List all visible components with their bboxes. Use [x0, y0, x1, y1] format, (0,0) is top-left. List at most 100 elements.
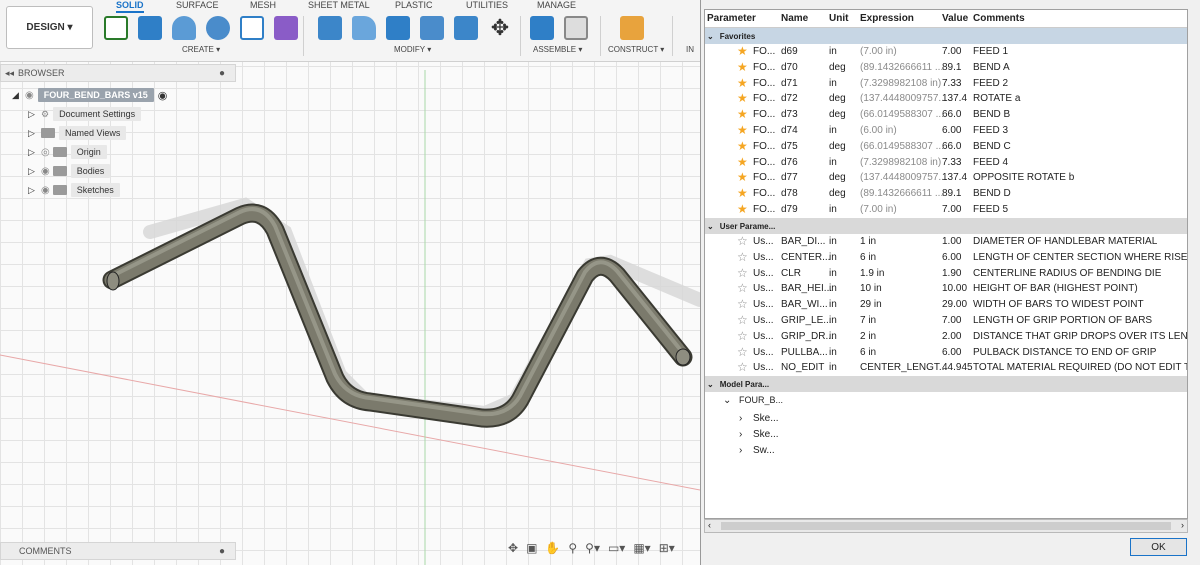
expression-cell[interactable]: (137.4448009757...: [860, 172, 947, 183]
expression-cell[interactable]: (7.3298982108 in): [860, 157, 941, 168]
expression-cell[interactable]: CENTER_LENGT...: [860, 362, 947, 373]
expand-arrow-icon[interactable]: ▷: [28, 147, 38, 158]
star-icon[interactable]: ☆: [737, 360, 748, 374]
table-row[interactable]: ☆ Us... CLR in 1.9 in 1.90 CENTERLINE RADIUS O…: [705, 266, 1187, 282]
root-component-label[interactable]: FOUR_BEND_BARS v15: [37, 88, 154, 102]
model-child-row[interactable]: › Sw...: [705, 443, 1187, 459]
comment-cell[interactable]: FEED 5: [973, 204, 1008, 215]
expand-arrow-icon[interactable]: ▷: [28, 128, 38, 139]
zoom-window-icon[interactable]: ⚲▾: [585, 541, 600, 559]
comment-cell[interactable]: BEND A: [973, 62, 1010, 73]
model-child-row[interactable]: › Ske...: [705, 427, 1187, 443]
tab-mesh[interactable]: MESH: [250, 0, 276, 10]
viewports-icon[interactable]: ⊞▾: [659, 541, 675, 559]
table-row[interactable]: ☆ Us... GRIP_DR... in 2 in 2.00 DISTANCE THAT …: [705, 329, 1187, 345]
comment-cell[interactable]: BEND D: [973, 188, 1011, 199]
table-row[interactable]: ☆ Us... BAR_DI... in 1 in 1.00 DIAMETER OF HAN…: [705, 234, 1187, 250]
star-icon[interactable]: ★: [737, 202, 748, 216]
comment-cell[interactable]: BEND B: [973, 109, 1010, 120]
display-settings-icon[interactable]: ▭▾: [608, 541, 625, 559]
star-icon[interactable]: ★: [737, 186, 748, 200]
star-icon[interactable]: ★: [737, 123, 748, 137]
modify-menu[interactable]: MODIFY ▾: [394, 45, 431, 54]
star-icon[interactable]: ☆: [737, 234, 748, 248]
orbit-icon[interactable]: ✥: [508, 541, 518, 559]
table-row[interactable]: ☆ Us... PULLBA... in 6 in 6.00 PULBACK DISTANC…: [705, 345, 1187, 361]
chevron-down-icon[interactable]: ⌄: [707, 380, 714, 389]
col-name[interactable]: Name: [781, 13, 808, 24]
expression-cell[interactable]: 29 in: [860, 299, 882, 310]
chevron-down-icon[interactable]: ⌄: [723, 395, 731, 406]
parameters-table[interactable]: Parameter Name Unit Expression Value Com…: [704, 9, 1188, 519]
chevron-down-icon[interactable]: ⌄: [707, 222, 714, 231]
star-icon[interactable]: ☆: [737, 250, 748, 264]
col-parameter[interactable]: Parameter: [707, 13, 756, 24]
zoom-icon[interactable]: ⚲: [568, 541, 577, 559]
expression-cell[interactable]: 1 in: [860, 236, 876, 247]
star-icon[interactable]: ★: [737, 107, 748, 121]
chevron-right-icon[interactable]: ›: [739, 429, 742, 440]
expand-arrow-icon[interactable]: ▷: [28, 109, 38, 120]
expression-cell[interactable]: 7 in: [860, 315, 876, 326]
star-icon[interactable]: ★: [737, 139, 748, 153]
viewport-canvas[interactable]: DESIGN ▾ SOLID SURFACE MESH SHEET METAL …: [0, 0, 700, 565]
star-icon[interactable]: ★: [737, 170, 748, 184]
comment-cell[interactable]: PULBACK DISTANCE TO END OF GRIP: [973, 347, 1156, 358]
chevron-right-icon[interactable]: ›: [739, 445, 742, 456]
shell-icon[interactable]: [420, 16, 444, 40]
table-row[interactable]: ☆ Us... BAR_WI... in 29 in 29.00 WIDTH OF BARS…: [705, 297, 1187, 313]
star-icon[interactable]: ☆: [737, 329, 748, 343]
comment-cell[interactable]: DIAMETER OF HANDLEBAR MATERIAL: [973, 236, 1157, 247]
table-row[interactable]: ★ FO... d71 in (7.3298982108 in) 7.33 FEED 2: [705, 76, 1187, 92]
comment-cell[interactable]: FEED 3: [973, 125, 1008, 136]
visibility-eye-icon[interactable]: ◎: [41, 147, 50, 158]
expression-cell[interactable]: (7.00 in): [860, 46, 897, 57]
section-user-parameters[interactable]: ⌄ User Parame...: [705, 218, 1187, 234]
joint-icon[interactable]: [564, 16, 588, 40]
col-comments[interactable]: Comments: [973, 13, 1025, 24]
col-expression[interactable]: Expression: [860, 13, 914, 24]
tab-sheet-metal[interactable]: SHEET METAL: [308, 0, 370, 10]
comment-cell[interactable]: TOTAL MATERIAL REQUIRED (DO NOT EDIT THI…: [973, 362, 1187, 373]
model-root-row[interactable]: ⌄ FOUR_B...: [705, 393, 1187, 409]
visibility-eye-icon[interactable]: ◉: [25, 90, 34, 101]
col-value[interactable]: Value: [942, 13, 968, 24]
new-component-icon[interactable]: [530, 16, 554, 40]
table-row[interactable]: ★ FO... d76 in (7.3298982108 in) 7.33 FEED 4: [705, 155, 1187, 171]
combine-icon[interactable]: [454, 16, 478, 40]
star-icon[interactable]: ☆: [737, 281, 748, 295]
table-row[interactable]: ★ FO... d78 deg (89.1432666611 ... 89.1 BEND D: [705, 186, 1187, 202]
tree-root[interactable]: ◢ ◉ FOUR_BEND_BARS v15 ◉: [12, 87, 167, 103]
tab-plastic[interactable]: PLASTIC: [395, 0, 433, 10]
move-icon[interactable]: ✥: [488, 16, 512, 40]
handlebar-model[interactable]: [0, 0, 700, 565]
comment-cell[interactable]: LENGTH OF GRIP PORTION OF BARS: [973, 315, 1152, 326]
tree-item-document-settings[interactable]: ▷ ⚙ Document Settings: [28, 106, 142, 122]
star-icon[interactable]: ☆: [737, 297, 748, 311]
table-row[interactable]: ☆ Us... NO_EDIT in CENTER_LENGT... 44.945 TOTA…: [705, 360, 1187, 376]
section-favorites[interactable]: ⌄ Favorites: [705, 28, 1187, 44]
tree-item-bodies[interactable]: ▷ ◉ Bodies: [28, 163, 111, 179]
expression-cell[interactable]: (66.0149588307 ...: [860, 141, 944, 152]
scrollbar-thumb[interactable]: [721, 522, 1171, 530]
table-row[interactable]: ☆ Us... GRIP_LE... in 7 in 7.00 LENGTH OF GRIP…: [705, 313, 1187, 329]
expression-cell[interactable]: 10 in: [860, 283, 882, 294]
fillet-icon[interactable]: [352, 16, 376, 40]
tree-item-named-views[interactable]: ▷ Named Views: [28, 125, 127, 141]
comment-cell[interactable]: BEND C: [973, 141, 1011, 152]
look-at-icon[interactable]: ▣: [526, 541, 537, 559]
expression-cell[interactable]: (137.4448009757...: [860, 93, 947, 104]
star-icon[interactable]: ★: [737, 155, 748, 169]
chevron-down-icon[interactable]: ⌄: [707, 32, 714, 41]
table-row[interactable]: ★ FO... d73 deg (66.0149588307 ... 66.0 BEND B: [705, 107, 1187, 123]
tab-manage[interactable]: MANAGE: [537, 0, 576, 10]
tree-item-sketches[interactable]: ▷ ◉ Sketches: [28, 182, 120, 198]
table-row[interactable]: ★ FO... d77 deg (137.4448009757... 137.4 OPPOS…: [705, 170, 1187, 186]
table-row[interactable]: ★ FO... d69 in (7.00 in) 7.00 FEED 1: [705, 44, 1187, 60]
chamfer-icon[interactable]: [386, 16, 410, 40]
star-icon[interactable]: ☆: [737, 266, 748, 280]
table-row[interactable]: ☆ Us... CENTER... in 6 in 6.00 LENGTH OF CENTE…: [705, 250, 1187, 266]
form-icon[interactable]: [274, 16, 298, 40]
visibility-eye-icon[interactable]: ◉: [41, 166, 50, 177]
comment-cell[interactable]: CENTERLINE RADIUS OF BENDING DIE: [973, 268, 1161, 279]
